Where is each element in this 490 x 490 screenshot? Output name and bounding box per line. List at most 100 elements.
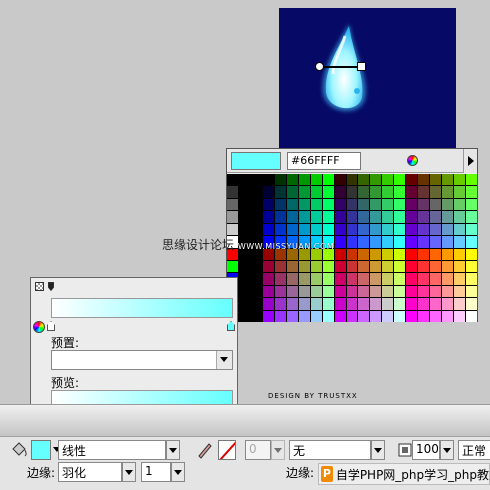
swatch-cell[interactable] (466, 285, 477, 298)
swatch-cell[interactable] (346, 285, 358, 298)
swatch-cell[interactable] (430, 248, 442, 260)
swatch-cell[interactable] (442, 236, 454, 248)
swatch-cell[interactable] (298, 310, 310, 322)
swatch-cell[interactable] (274, 285, 286, 298)
swatch-cell[interactable] (334, 248, 346, 260)
swatch-cell[interactable] (298, 273, 310, 285)
water-drop-shape[interactable] (315, 22, 371, 122)
swatch-cell[interactable] (250, 198, 262, 211)
swatch-cell[interactable] (298, 186, 310, 198)
swatch-cell[interactable] (346, 211, 358, 223)
swatch-cell[interactable] (346, 223, 358, 236)
swatch-cell[interactable] (394, 236, 406, 248)
swatch-cell[interactable] (310, 273, 322, 285)
opacity-field[interactable]: 100 (412, 440, 440, 460)
swatch-cell[interactable] (394, 273, 406, 285)
swatch-cell[interactable] (238, 174, 250, 186)
swatch-cell[interactable] (322, 198, 334, 211)
swatch-cell[interactable] (322, 285, 334, 298)
chevron-down-icon[interactable] (122, 462, 136, 482)
swatch-cell[interactable] (442, 223, 454, 236)
swatch-cell[interactable] (370, 211, 382, 223)
swatch-cell[interactable] (418, 236, 430, 248)
swatch-cell[interactable] (382, 198, 394, 211)
swatch-cell[interactable] (370, 223, 382, 236)
swatch-cell[interactable] (466, 273, 477, 285)
swatch-cell[interactable] (250, 310, 262, 322)
swatch-cell[interactable] (298, 285, 310, 298)
swatch-cell[interactable] (430, 273, 442, 285)
swatch-cell[interactable] (262, 198, 274, 211)
swatch-cell[interactable] (227, 186, 238, 198)
swatch-cell[interactable] (418, 174, 430, 186)
swatch-cell[interactable] (418, 273, 430, 285)
swatch-cell[interactable] (466, 248, 477, 260)
swatch-cell[interactable] (262, 285, 274, 298)
checker-square-icon[interactable] (35, 282, 44, 291)
swatch-cell[interactable] (262, 260, 274, 273)
swatch-cell[interactable] (310, 186, 322, 198)
swatch-cell[interactable] (430, 285, 442, 298)
swatch-cell[interactable] (394, 298, 406, 310)
swatch-cell[interactable] (406, 260, 418, 273)
swatch-cell[interactable] (430, 186, 442, 198)
swatch-cell[interactable] (466, 298, 477, 310)
swatch-cell[interactable] (382, 260, 394, 273)
swatch-cell[interactable] (454, 273, 466, 285)
swatch-cell[interactable] (394, 285, 406, 298)
swatch-cell[interactable] (382, 186, 394, 198)
swatch-cell[interactable] (370, 260, 382, 273)
swatch-cell[interactable] (454, 236, 466, 248)
swatch-cell[interactable] (250, 186, 262, 198)
swatch-cell[interactable] (466, 223, 477, 236)
swatch-cell[interactable] (358, 298, 370, 310)
swatch-cell[interactable] (358, 174, 370, 186)
swatch-cell[interactable] (442, 298, 454, 310)
swatch-cell[interactable] (322, 223, 334, 236)
swatch-cell[interactable] (394, 310, 406, 322)
gradient-end-handle[interactable] (357, 62, 366, 71)
swatch-cell[interactable] (334, 298, 346, 310)
gradient-rotate-handle[interactable] (354, 88, 360, 94)
swatch-cell[interactable] (346, 298, 358, 310)
swatch-cell[interactable] (406, 310, 418, 322)
swatch-cell[interactable] (262, 273, 274, 285)
swatch-cell[interactable] (346, 273, 358, 285)
swatch-cell[interactable] (454, 186, 466, 198)
swatch-cell[interactable] (358, 211, 370, 223)
swatch-cell[interactable] (238, 260, 250, 273)
gradient-bar[interactable] (51, 298, 233, 318)
swatch-cell[interactable] (286, 174, 298, 186)
swatch-cell[interactable] (358, 223, 370, 236)
swatch-cell[interactable] (322, 298, 334, 310)
swatch-cell[interactable] (238, 298, 250, 310)
swatch-cell[interactable] (334, 273, 346, 285)
swatch-cell[interactable] (322, 186, 334, 198)
swatch-cell[interactable] (454, 285, 466, 298)
swatch-cell[interactable] (262, 174, 274, 186)
swatch-cell[interactable] (274, 223, 286, 236)
swatch-cell[interactable] (454, 310, 466, 322)
swatch-cell[interactable] (310, 211, 322, 223)
swatch-cell[interactable] (418, 285, 430, 298)
swatch-cell[interactable] (286, 260, 298, 273)
swatch-cell[interactable] (346, 174, 358, 186)
hex-color-input[interactable]: #66FFFF (287, 151, 361, 170)
swatch-cell[interactable] (358, 186, 370, 198)
swatch-cell[interactable] (286, 186, 298, 198)
swatch-cell[interactable] (346, 236, 358, 248)
chevron-down-icon[interactable] (166, 440, 180, 460)
color-wheel-icon[interactable] (33, 321, 45, 333)
swatch-cell[interactable] (394, 260, 406, 273)
swatch-cell[interactable] (370, 248, 382, 260)
swatch-cell[interactable] (382, 298, 394, 310)
swatch-cell[interactable] (454, 248, 466, 260)
swatch-cell[interactable] (238, 310, 250, 322)
swatch-cell[interactable] (442, 248, 454, 260)
swatch-menu-arrow-icon[interactable] (463, 149, 477, 173)
swatch-cell[interactable] (370, 186, 382, 198)
swatch-cell[interactable] (358, 198, 370, 211)
swatch-cell[interactable] (286, 298, 298, 310)
swatch-cell[interactable] (227, 260, 238, 273)
swatch-cell[interactable] (298, 223, 310, 236)
